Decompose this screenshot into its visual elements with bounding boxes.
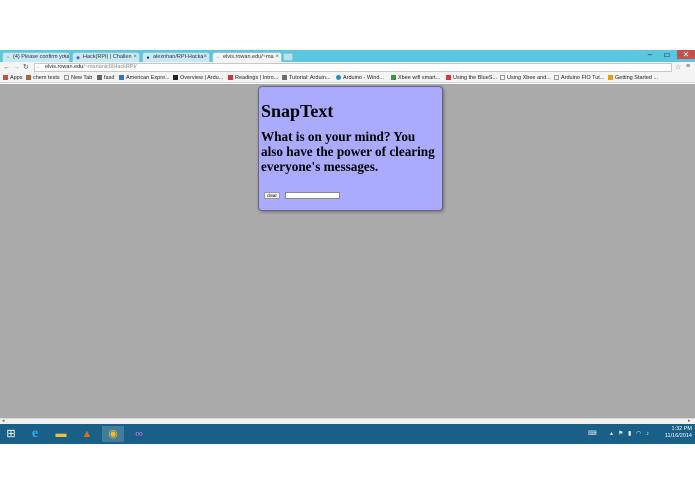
snaptext-card: SnapText What is on your mind? You also … (258, 86, 443, 211)
url-path: /~marianic0/HackRPI/ (83, 64, 137, 70)
back-arrow-icon[interactable]: ← (3, 63, 10, 72)
bookmark-using-bluesmirf[interactable]: Using the BlueS... (446, 74, 497, 82)
github-icon (173, 75, 178, 80)
bookmark-star-icon[interactable]: ☆ (675, 63, 681, 71)
bookmark-icon (446, 75, 451, 80)
bookmark-icon (608, 75, 613, 80)
close-icon[interactable]: × (63, 53, 67, 62)
bookmark-label: chem tests (33, 75, 60, 81)
bookmark-american-express[interactable]: American Expre... (119, 74, 170, 82)
message-input[interactable] (285, 192, 340, 199)
bookmark-tutorial-arduino[interactable]: Tutorial: Arduin... (282, 74, 330, 82)
tab-label: elvis.rowan.edu/~ma (223, 54, 274, 60)
bookmark-apps[interactable]: Apps (3, 74, 23, 82)
bookmark-label: Apps (10, 75, 23, 81)
visual-studio-icon[interactable]: ∞ (128, 426, 150, 442)
page-icon (500, 75, 505, 80)
clear-button[interactable]: clear (264, 192, 280, 199)
forward-arrow-icon[interactable]: → (13, 63, 20, 72)
page-icon: ▫ (217, 55, 219, 61)
bookmark-using-xbee[interactable]: Using Xbee and... (500, 74, 551, 82)
tab-github[interactable]: ● alexnhan/RPI-Hacka × (142, 52, 210, 62)
internet-explorer-icon[interactable]: e (24, 426, 46, 442)
tab-hackrpi[interactable]: ◆ Hack(RPI) | Challen × (72, 52, 140, 62)
wifi-icon[interactable]: ◠ (636, 426, 641, 442)
bookmark-label: American Expre... (126, 75, 170, 81)
page-viewport: SnapText What is on your mind? You also … (0, 84, 695, 418)
close-window-icon[interactable]: ✕ (677, 50, 695, 59)
close-icon[interactable]: × (133, 53, 137, 62)
menu-icon[interactable]: ≡ (686, 63, 690, 70)
bookmark-label: Overview | Ardu... (180, 75, 224, 81)
minimize-icon[interactable]: ‒ (642, 50, 658, 59)
github-icon: ● (146, 55, 150, 61)
tab-elvis[interactable]: ▫ elvis.rowan.edu/~ma × (212, 52, 282, 62)
start-icon[interactable]: ⊞ (0, 426, 22, 442)
close-icon[interactable]: × (275, 53, 279, 62)
address-bar[interactable]: ▫ elvis.rowan.edu/~marianic0/HackRPI/ (34, 63, 672, 72)
bookmark-label: Arduino - Wind... (343, 75, 384, 81)
tab-label: Hack(RPI) | Challen (83, 54, 132, 60)
bookmark-arduino-windows[interactable]: Arduino - Wind... (336, 74, 384, 82)
browser-toolbar: ← → ↻ ▫ elvis.rowan.edu/~marianic0/HackR… (0, 62, 695, 73)
page-icon (64, 75, 69, 80)
tab-label: alexnhan/RPI-Hacka (153, 54, 204, 60)
browser-titlebar: ▫ (4) Please confirm your × ◆ Hack(RPI) … (0, 50, 695, 62)
page-icon (554, 75, 559, 80)
show-hidden-icon[interactable]: ▴ (610, 426, 613, 442)
bookmark-label: Using the BlueS... (453, 75, 498, 81)
windows-taskbar: ⊞ e ▬ ▲ ◉ ∞ ⌨ ▴ ⚑ ▮ ◠ ♪ 1:32 PM 11/16/20… (0, 424, 695, 444)
screen: ▫ (4) Please confirm your × ◆ Hack(RPI) … (0, 0, 695, 494)
page-title: SnapText (261, 101, 334, 121)
bookmark-label: Using Xbee and... (507, 75, 551, 81)
bookmark-label: Xbee wifi smart... (398, 75, 441, 81)
taskbar-clock[interactable]: 1:32 PM 11/16/2014 (656, 426, 692, 440)
bookmark-chem-tests[interactable]: chem tests (26, 74, 60, 82)
flag-icon[interactable]: ⚑ (618, 426, 623, 442)
tab-label: (4) Please confirm your (13, 54, 70, 60)
bookmark-overview-arduino[interactable]: Overview | Ardu... (173, 74, 223, 82)
bookmark-icon (97, 75, 102, 80)
battery-icon[interactable]: ▮ (628, 426, 631, 442)
bookmark-icon (228, 75, 233, 80)
amex-icon (119, 75, 124, 80)
reload-icon[interactable]: ↻ (23, 63, 29, 72)
bookmark-arduino-fio[interactable]: Arduino FIO Tut... (554, 74, 604, 82)
close-icon[interactable]: × (203, 53, 207, 62)
volume-icon[interactable]: ♪ (646, 426, 649, 442)
devpost-icon: ◆ (76, 55, 80, 61)
maximize-icon[interactable]: ▭ (659, 50, 675, 59)
clock-date: 11/16/2014 (664, 433, 692, 439)
bookmark-fasd[interactable]: fasd (97, 74, 114, 82)
page-icon: ▫ (37, 65, 39, 71)
bookmark-label: Readings | Intro... (235, 75, 279, 81)
bookmark-new-tab[interactable]: New Tab (64, 74, 92, 82)
page-icon: ▫ (7, 55, 9, 61)
tab-confirm[interactable]: ▫ (4) Please confirm your × (2, 52, 70, 62)
bookmark-label: Arduino FIO Tut... (561, 75, 605, 81)
matlab-icon[interactable]: ▲ (76, 426, 98, 442)
bookmark-label: Tutorial: Arduin... (289, 75, 331, 81)
bookmark-getting-started[interactable]: Getting Started ... (608, 74, 658, 82)
file-explorer-icon[interactable]: ▬ (50, 426, 72, 442)
keyboard-icon[interactable]: ⌨ (588, 426, 597, 442)
bookmark-label: Getting Started ... (615, 75, 659, 81)
bookmarks-bar: Apps chem tests New Tab fasd American Ex… (0, 73, 695, 83)
bookmark-xbee-wifi[interactable]: Xbee wifi smart... (391, 74, 440, 82)
bookmark-label: New Tab (71, 75, 93, 81)
bookmark-label: fasd (104, 75, 115, 81)
url-host: elvis.rowan.edu (45, 64, 84, 70)
bookmark-icon (26, 75, 31, 80)
bookmark-icon (282, 75, 287, 80)
blank-area (0, 444, 695, 494)
bookmark-icon (391, 75, 396, 80)
chrome-icon[interactable]: ◉ (102, 426, 124, 442)
prompt-message: What is on your mind? You also have the … (261, 129, 435, 174)
new-tab-button[interactable] (283, 53, 293, 61)
clock-time: 1:32 PM (671, 426, 692, 432)
apps-icon (3, 75, 8, 80)
bookmark-readings[interactable]: Readings | Intro... (228, 74, 278, 82)
arduino-icon (336, 75, 341, 80)
